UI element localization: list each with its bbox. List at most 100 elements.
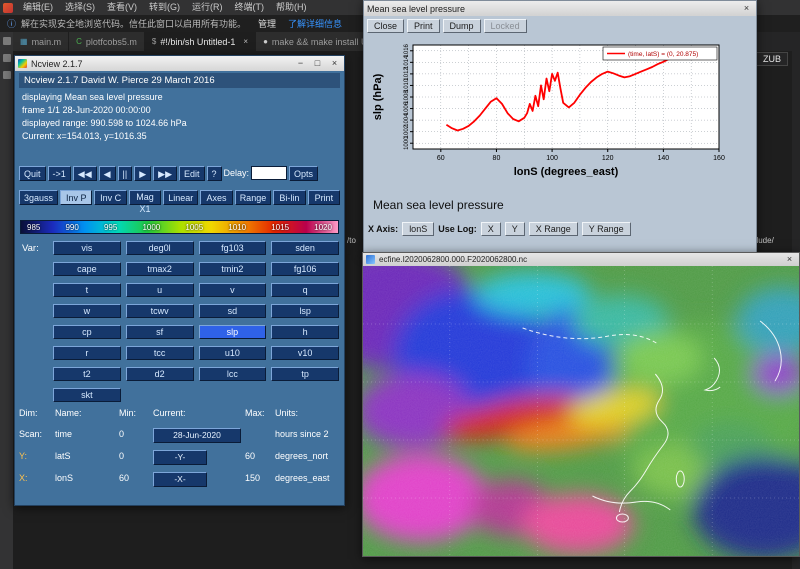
maximize-icon[interactable]: □ (311, 57, 324, 70)
editor-tab[interactable]: $#!/bin/sh Untitled-1× (145, 32, 256, 51)
var-tcc-button[interactable]: tcc (126, 346, 194, 360)
print-button[interactable]: Print (407, 19, 440, 33)
option-print-button[interactable]: Print (308, 190, 340, 205)
fast-forward-icon[interactable]: ▶▶ (153, 166, 177, 181)
goto-frame-button[interactable]: ->1 (48, 166, 71, 181)
var-vis-button[interactable]: vis (53, 241, 121, 255)
rewind-icon[interactable]: ◀◀ (73, 166, 97, 181)
var-v10-button[interactable]: v10 (271, 346, 339, 360)
close-icon[interactable]: × (783, 253, 796, 266)
dim-current-button[interactable]: -X- (153, 472, 207, 487)
info-icon: ⓘ (7, 17, 16, 30)
colorbar[interactable]: 98599099510001005101010151020 (20, 220, 339, 234)
y-range-button[interactable]: Y Range (582, 222, 631, 236)
menu-item[interactable]: 终端(T) (229, 0, 271, 15)
extensions-icon[interactable] (3, 71, 11, 79)
menu-item[interactable]: 转到(G) (143, 0, 186, 15)
dim-header-cell: Min: (119, 408, 153, 418)
var-fg103-button[interactable]: fg103 (199, 241, 267, 255)
desktop: 编辑(E)选择(S)查看(V)转到(G)运行(R)终端(T)帮助(H) ⓘ 解在… (0, 0, 800, 569)
var-h-button[interactable]: h (271, 325, 339, 339)
var-sf-button[interactable]: sf (126, 325, 194, 339)
var-u10-button[interactable]: u10 (199, 346, 267, 360)
var-tmin2-button[interactable]: tmin2 (199, 262, 267, 276)
map-titlebar[interactable]: ecfine.I2020062800.000.F2020062800.nc × (363, 253, 799, 266)
option-range-button[interactable]: Range (235, 190, 272, 205)
var-lsp-button[interactable]: lsp (271, 304, 339, 318)
var-r-button[interactable]: r (53, 346, 121, 360)
help-button[interactable]: ? (207, 166, 222, 181)
var-u-button[interactable]: u (126, 283, 194, 297)
plot-titlebar[interactable]: Mean sea level pressure × (364, 1, 756, 16)
option-linear-button[interactable]: Linear (163, 190, 198, 205)
step-back-icon[interactable]: ◀ (99, 166, 116, 181)
app-icon[interactable] (3, 3, 13, 13)
option-axes-button[interactable]: Axes (200, 190, 232, 205)
edit-button[interactable]: Edit (179, 166, 205, 181)
close-button[interactable]: Close (367, 19, 404, 33)
opts-button[interactable]: Opts (289, 166, 318, 181)
tab-label: main.m (32, 37, 62, 47)
editor-tab[interactable]: Cplotfcobs5.m (69, 32, 145, 51)
dim-current-button[interactable]: 28-Jun-2020 (153, 428, 241, 443)
dim-label[interactable]: X: (19, 473, 55, 483)
dim-units: degrees_nort (275, 451, 342, 461)
minimize-icon[interactable]: − (294, 57, 307, 70)
x-range-button[interactable]: X Range (529, 222, 578, 236)
var-slp-button[interactable]: slp (199, 325, 267, 339)
var-tp-button[interactable]: tp (271, 367, 339, 381)
info-line: Current: x=154.013, y=1016.35 (22, 130, 340, 143)
ncview-app-icon (18, 59, 27, 68)
var-sd-button[interactable]: sd (199, 304, 267, 318)
var-sden-button[interactable]: sden (271, 241, 339, 255)
menu-item[interactable]: 运行(R) (186, 0, 229, 15)
x-axis-select-button[interactable]: lonS (402, 222, 434, 236)
log-x-button[interactable]: X (481, 222, 501, 236)
menu-item[interactable]: 选择(S) (59, 0, 101, 15)
dim-label[interactable]: Y: (19, 451, 55, 461)
option-inv-c-button[interactable]: Inv C (94, 190, 126, 205)
slp-line-chart[interactable]: 6080100120140160100010021004100610081010… (369, 37, 751, 189)
var-tcwv-button[interactable]: tcwv (126, 304, 194, 318)
learn-more-link[interactable]: 了解详细信息 (288, 17, 342, 30)
var-t2-button[interactable]: t2 (53, 367, 121, 381)
dim-current-button[interactable]: -Y- (153, 450, 207, 465)
var-cp-button[interactable]: cp (53, 325, 121, 339)
close-icon[interactable]: × (328, 57, 341, 70)
var-skt-button[interactable]: skt (53, 388, 121, 402)
option-inv-p-button[interactable]: Inv P (60, 190, 92, 205)
dump-button[interactable]: Dump (443, 19, 481, 33)
close-icon[interactable]: × (243, 37, 248, 46)
menu-item[interactable]: 编辑(E) (17, 0, 59, 15)
close-icon[interactable]: × (740, 2, 753, 15)
plot-button-row: ClosePrintDumpLocked (367, 19, 527, 33)
transport-row: Quit ->1 ◀◀ ◀ || ▶ ▶▶ Edit ? Delay: Opts (19, 166, 340, 181)
option-mag-x1-button[interactable]: Mag X1 (129, 190, 161, 205)
var-tmax2-button[interactable]: tmax2 (126, 262, 194, 276)
play-icon[interactable]: ▶ (134, 166, 151, 181)
var-v-button[interactable]: v (199, 283, 267, 297)
var-deg0l-button[interactable]: deg0l (126, 241, 194, 255)
option-3gauss-button[interactable]: 3gauss (19, 190, 58, 205)
search-icon[interactable] (3, 54, 11, 62)
editor-tab[interactable]: ▦main.m (13, 32, 69, 51)
var-d2-button[interactable]: d2 (126, 367, 194, 381)
var-fg106-button[interactable]: fg106 (271, 262, 339, 276)
pause-icon[interactable]: || (118, 166, 133, 181)
manage-link[interactable]: 管理 (258, 17, 276, 30)
option-bi-lin-button[interactable]: Bi-lin (273, 190, 305, 205)
delay-input[interactable] (251, 166, 287, 180)
quit-button[interactable]: Quit (19, 166, 46, 181)
var-t-button[interactable]: t (53, 283, 121, 297)
var-lcc-button[interactable]: lcc (199, 367, 267, 381)
weather-map-image[interactable] (363, 266, 799, 556)
menu-item[interactable]: 查看(V) (101, 0, 143, 15)
var-cape-button[interactable]: cape (53, 262, 121, 276)
ncview-titlebar[interactable]: Ncview 2.1.7 − □ × (15, 56, 344, 71)
log-y-button[interactable]: Y (505, 222, 525, 236)
menu-item[interactable]: 帮助(H) (270, 0, 313, 15)
var-q-button[interactable]: q (271, 283, 339, 297)
explorer-icon[interactable] (3, 37, 11, 45)
var-w-button[interactable]: w (53, 304, 121, 318)
dim-table-header: Dim:Name:Min:Current:Max:Units: (19, 408, 342, 418)
